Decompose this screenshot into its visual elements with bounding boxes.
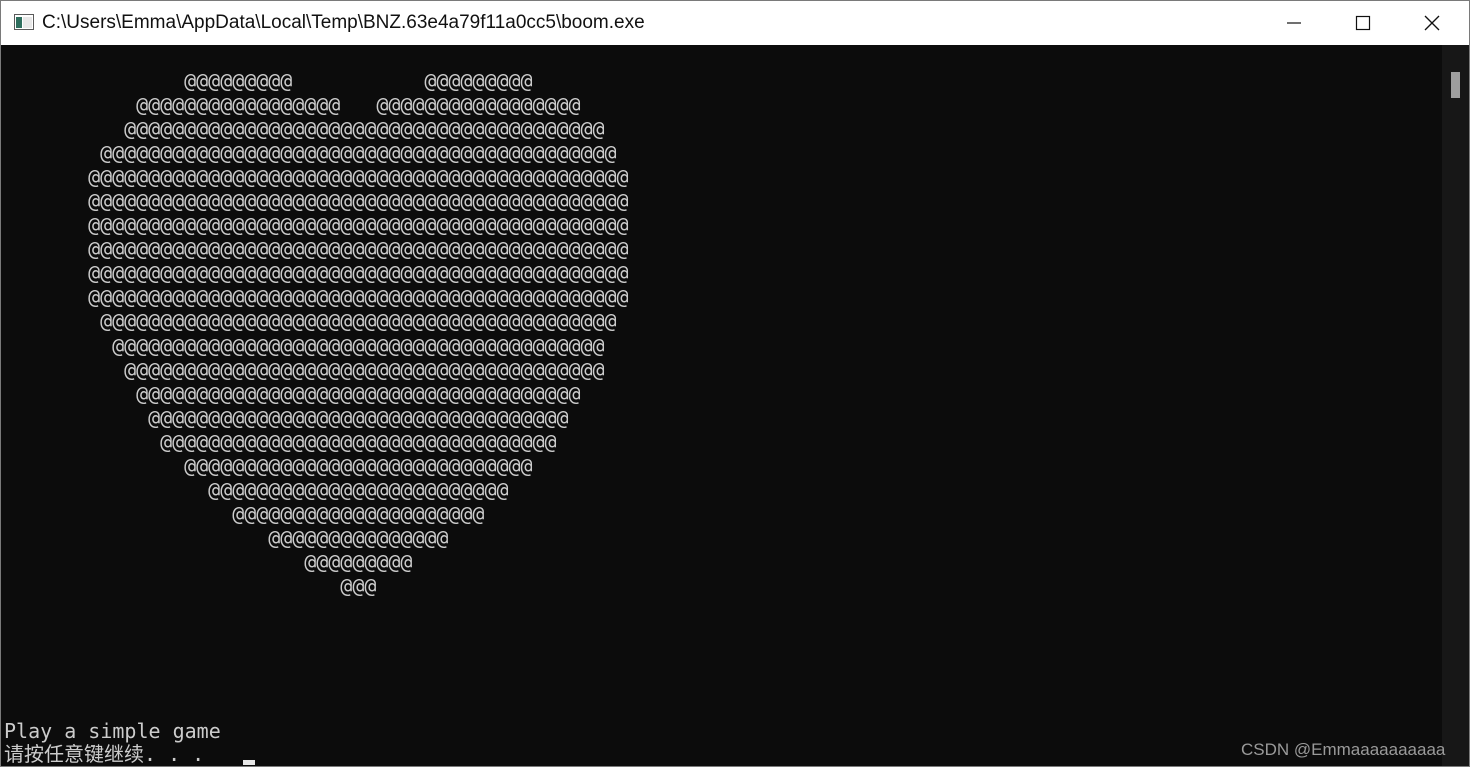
console-output[interactable]: @@@@@@@@@ @@@@@@@@@ @@@@@@@@@@@@@@@@@ @@… bbox=[1, 45, 1442, 766]
heart-art-line: @@@@@@@@@@@@@@@@@@@@@ bbox=[4, 501, 485, 526]
heart-art-line: @@@@@@@@@@@@@@@@@ @@@@@@@@@@@@@@@@@ bbox=[4, 93, 581, 118]
minimize-button[interactable] bbox=[1259, 1, 1328, 45]
heart-art-line: @@@@@@@@@@@@@@@@@@@@@@@@@@@@@@@@@@@@@@@@… bbox=[4, 213, 629, 238]
scrollbar-thumb[interactable] bbox=[1451, 72, 1460, 98]
heart-art-line: @@@@@@@@@@@@@@@@@@@@@@@@@@@@@ bbox=[4, 453, 533, 478]
close-icon bbox=[1424, 15, 1439, 31]
heart-art-line: @@@@@@@@@@@@@@@@@@@@@@@@@@@@@@@@@@@@@@@@… bbox=[4, 333, 605, 358]
heart-art-line: @@@@@@@@@@@@@@@@@@@@@@@@@@@@@@@@@@@@@@@@… bbox=[4, 261, 629, 286]
heart-art-line: @@@@@@@@@@@@@@@@@@@@@@@@@@@@@@@@@@@@@@@@… bbox=[4, 309, 617, 334]
heart-art-line: @@@@@@@@@@@@@@@@@@@@@@@@@ bbox=[4, 477, 509, 502]
heart-art-line: @@@@@@@@@ bbox=[4, 549, 413, 574]
heart-art-line: @@@ bbox=[4, 573, 377, 598]
heart-art-line: @@@@@@@@@@@@@@@ bbox=[4, 525, 449, 550]
window-title: C:\Users\Emma\AppData\Local\Temp\BNZ.63e… bbox=[42, 12, 645, 33]
heart-art-line: @@@@@@@@@ @@@@@@@@@ bbox=[4, 69, 533, 93]
heart-art-line: @@@@@@@@@@@@@@@@@@@@@@@@@@@@@@@@@@@@@ bbox=[4, 381, 581, 406]
vertical-scrollbar[interactable] bbox=[1442, 45, 1469, 766]
heart-art-line: @@@@@@@@@@@@@@@@@@@@@@@@@@@@@@@@@@@@@@@@… bbox=[4, 165, 629, 190]
heart-art-line: @@@@@@@@@@@@@@@@@@@@@@@@@@@@@@@@@@@@@@@@… bbox=[4, 141, 617, 166]
console-window-icon bbox=[14, 14, 34, 30]
heart-art-line: @@@@@@@@@@@@@@@@@@@@@@@@@@@@@@@@@ bbox=[4, 429, 557, 454]
console-window: C:\Users\Emma\AppData\Local\Temp\BNZ.63e… bbox=[0, 0, 1470, 767]
title-bar[interactable]: C:\Users\Emma\AppData\Local\Temp\BNZ.63e… bbox=[1, 1, 1469, 45]
close-button[interactable] bbox=[1397, 1, 1466, 45]
game-message: Play a simple game bbox=[4, 719, 221, 743]
heart-art-line: @@@@@@@@@@@@@@@@@@@@@@@@@@@@@@@@@@@ bbox=[4, 405, 569, 430]
csdn-watermark: CSDN @Emmaaaaaaaaaa bbox=[1241, 740, 1446, 759]
press-any-key-prompt: 请按任意键继续. . . bbox=[4, 742, 205, 766]
text-cursor bbox=[243, 760, 255, 765]
maximize-button[interactable] bbox=[1328, 1, 1397, 45]
heart-art-line: @@@@@@@@@@@@@@@@@@@@@@@@@@@@@@@@@@@@@@@@… bbox=[4, 285, 629, 310]
heart-art-line: @@@@@@@@@@@@@@@@@@@@@@@@@@@@@@@@@@@@@@@@… bbox=[4, 189, 629, 214]
minimize-icon bbox=[1286, 22, 1301, 24]
maximize-icon bbox=[1355, 15, 1370, 31]
heart-art-line: @@@@@@@@@@@@@@@@@@@@@@@@@@@@@@@@@@@@@@@@ bbox=[4, 357, 605, 382]
heart-art-line: @@@@@@@@@@@@@@@@@@@@@@@@@@@@@@@@@@@@@@@@… bbox=[4, 237, 629, 262]
heart-ascii-art: @@@@@@@@@ @@@@@@@@@ @@@@@@@@@@@@@@@@@ @@… bbox=[4, 69, 629, 598]
heart-art-line: @@@@@@@@@@@@@@@@@@@@@@@@@@@@@@@@@@@@@@@@ bbox=[4, 117, 605, 142]
